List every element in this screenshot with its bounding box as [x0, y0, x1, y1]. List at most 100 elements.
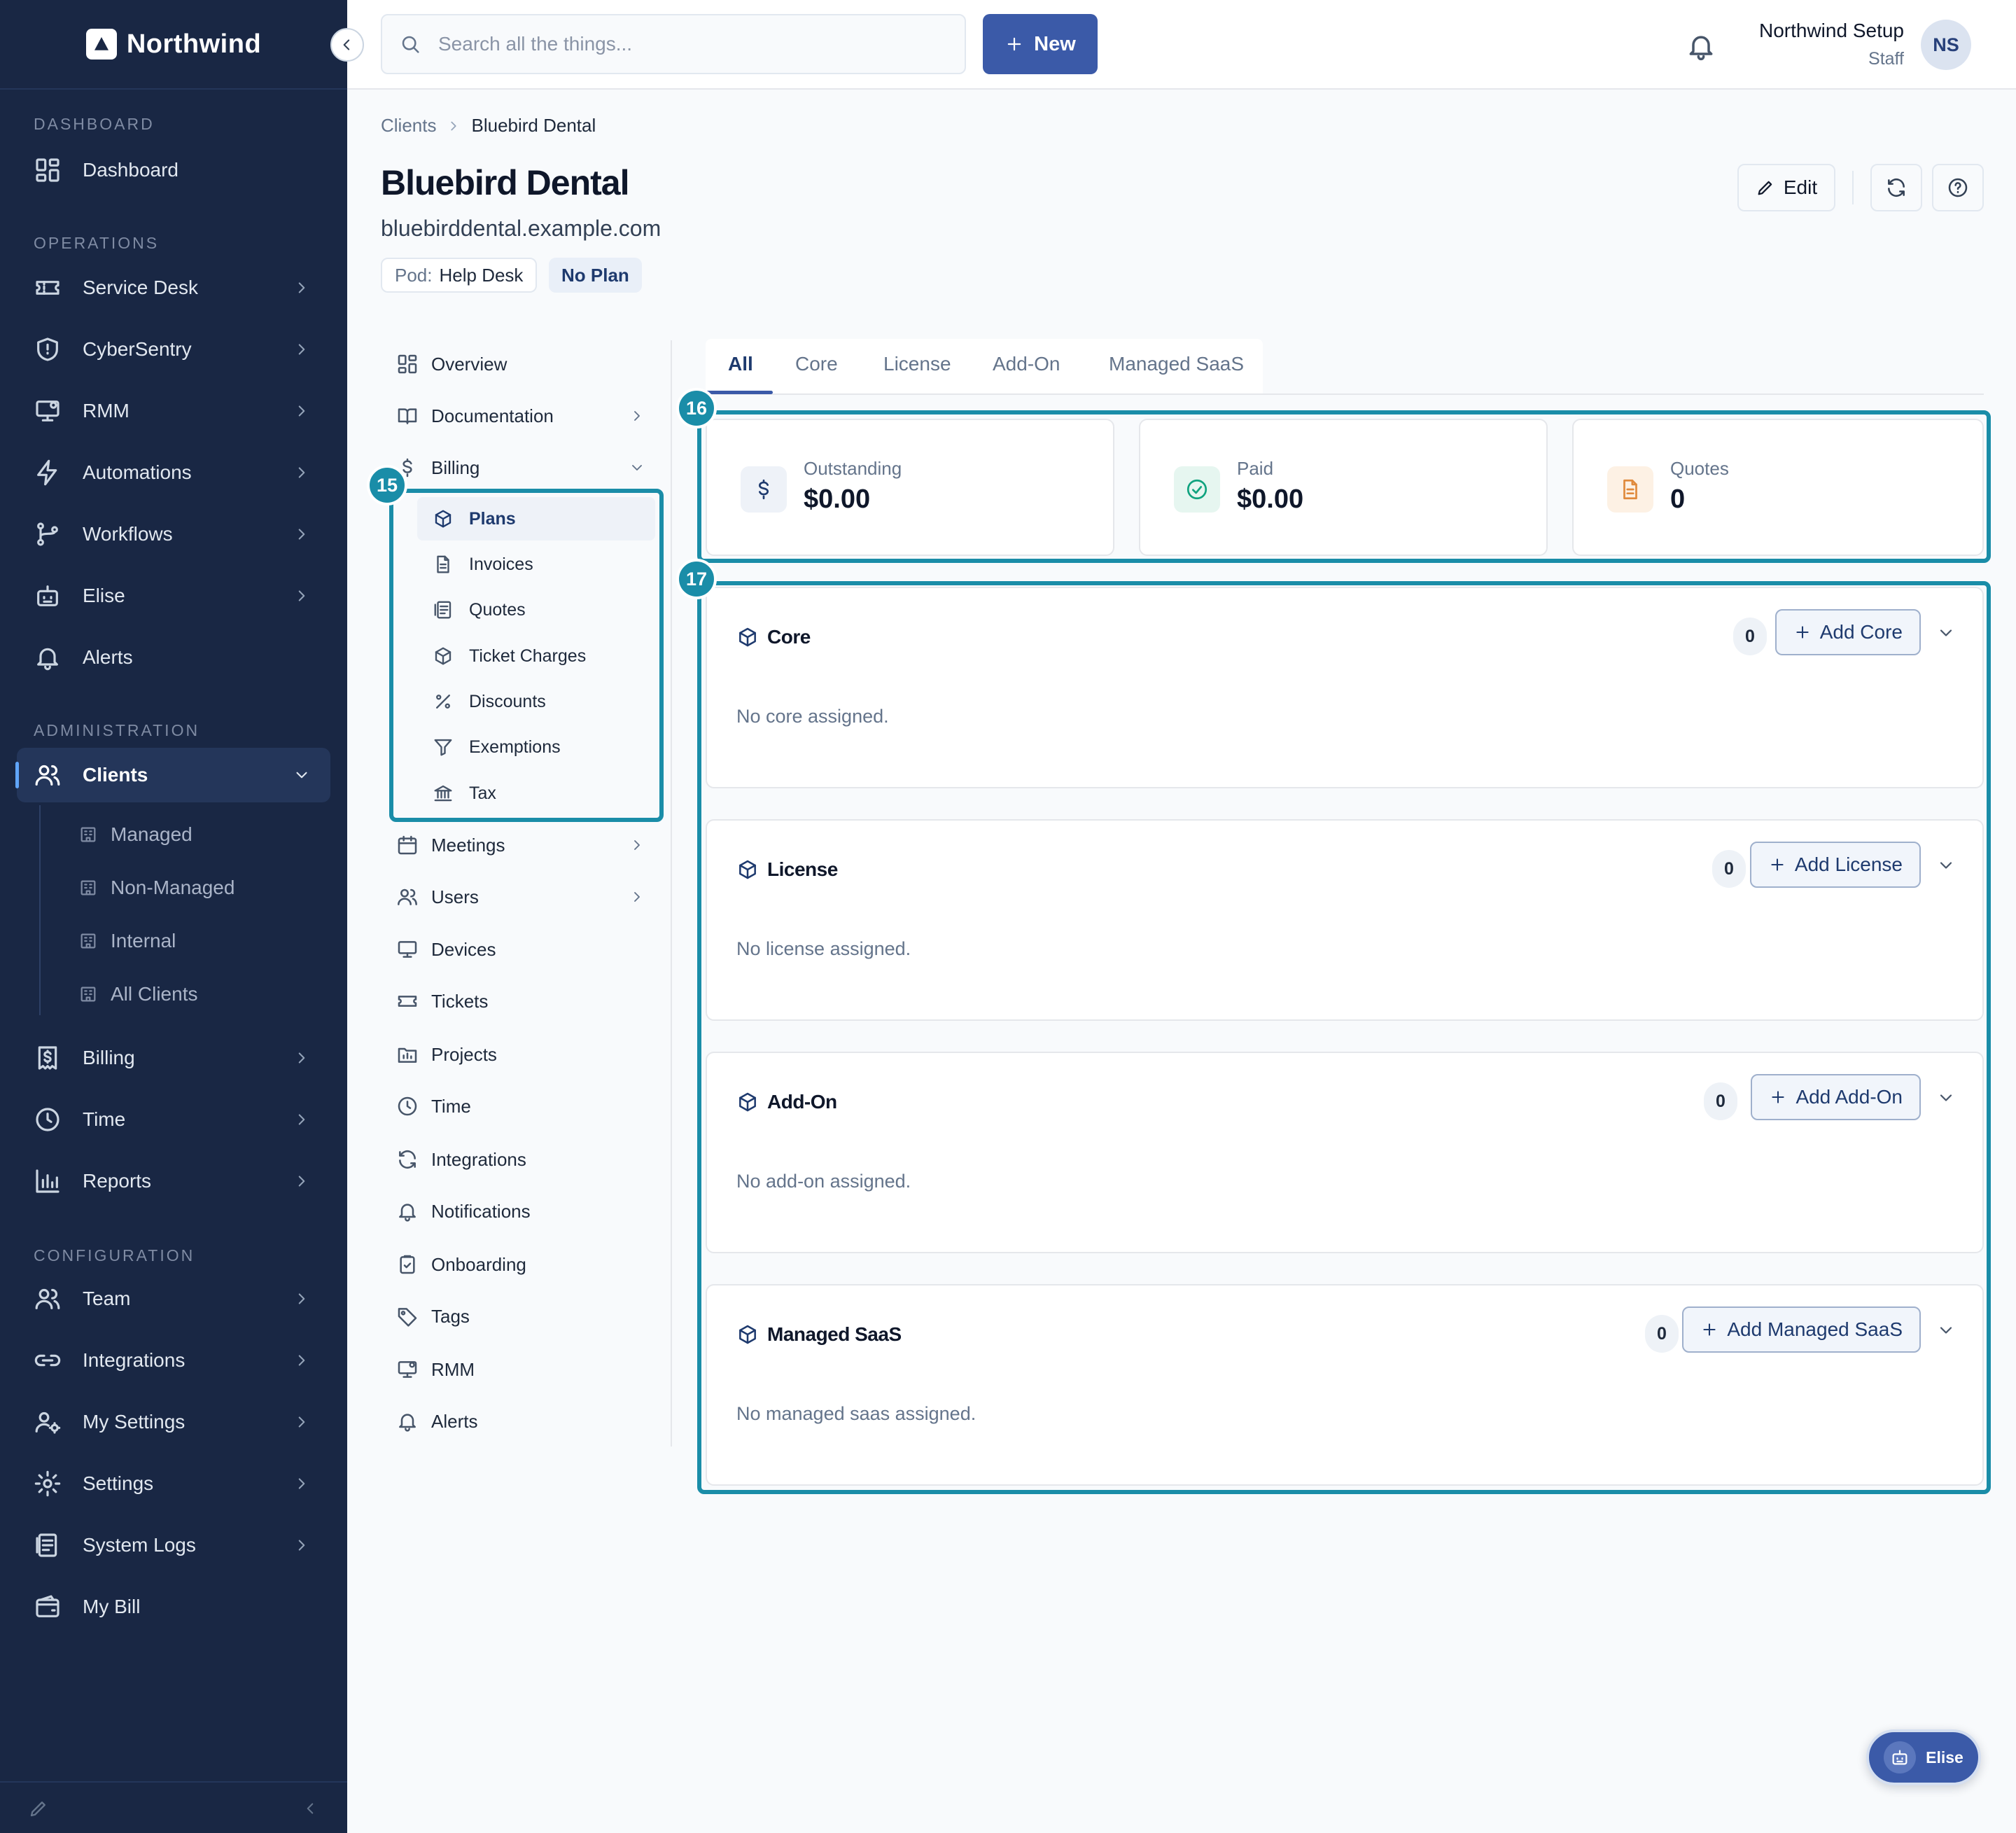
user-name: Northwind Setup: [1758, 20, 1904, 41]
sidebar-item-label: CyberSentry: [83, 338, 192, 360]
client-nav-label: RMM: [431, 1358, 475, 1380]
client-nav-rmm[interactable]: RMM: [396, 1347, 475, 1392]
page-title: Bluebird Dental: [381, 163, 629, 202]
sidebar-subitem-label: Non-Managed: [111, 877, 235, 898]
plan-badge: No Plan: [549, 258, 642, 293]
help-circle-icon: [1948, 178, 1968, 197]
sidebar-item-cybersentry[interactable]: CyberSentry: [17, 322, 330, 377]
pod-badge-value: Help Desk: [439, 264, 524, 286]
search-icon: [399, 33, 421, 55]
sidebar-item-system-logs[interactable]: System Logs: [17, 1518, 330, 1573]
breadcrumb: Clients Bluebird Dental: [381, 115, 596, 137]
sidebar-subitem-non-managed[interactable]: Non-Managed: [78, 867, 234, 909]
notifications-bell-icon[interactable]: [1686, 31, 1716, 62]
pencil-icon[interactable]: [28, 1798, 49, 1819]
tab-license[interactable]: License: [883, 353, 951, 375]
sidebar-item-label: My Settings: [83, 1411, 186, 1433]
calendar-icon: [396, 834, 419, 856]
client-nav-label: Onboarding: [431, 1253, 526, 1275]
sidebar-item-settings[interactable]: Settings: [17, 1456, 330, 1511]
chevron-right-icon: [293, 1351, 311, 1369]
tag-icon: [396, 1305, 419, 1327]
sidebar-item-dashboard[interactable]: Dashboard: [17, 143, 330, 197]
elise-assistant-button[interactable]: Elise: [1866, 1729, 1981, 1785]
user-gear-icon: [34, 1408, 62, 1436]
client-nav-projects[interactable]: Projects: [396, 1032, 497, 1077]
search-input[interactable]: [438, 33, 956, 55]
section-title-configuration: CONFIGURATION: [34, 1246, 195, 1264]
client-nav-overview[interactable]: Overview: [396, 342, 507, 386]
breadcrumb-root[interactable]: Clients: [381, 115, 436, 137]
sidebar-item-service-desk[interactable]: Service Desk: [17, 260, 330, 315]
invoice-dollar-icon: [34, 1044, 62, 1072]
chevron-right-icon: [293, 402, 311, 420]
sidebar-item-team[interactable]: Team: [17, 1271, 330, 1326]
sidebar-item-integrations[interactable]: Integrations: [17, 1333, 330, 1388]
chevron-right-icon: [293, 1110, 311, 1129]
help-button[interactable]: [1932, 164, 1984, 211]
chevron-down-icon: [293, 766, 311, 784]
sidebar-item-alerts[interactable]: Alerts: [17, 630, 330, 685]
client-nav-users[interactable]: Users: [396, 874, 479, 919]
section-title-dashboard: DASHBOARD: [34, 115, 155, 133]
avatar[interactable]: NS: [1921, 20, 1971, 70]
sidebar-item-rmm[interactable]: RMM: [17, 384, 330, 438]
sidebar-item-label: Reports: [83, 1170, 152, 1192]
sidebar-item-label: Automations: [83, 461, 192, 483]
client-nav-integrations[interactable]: Integrations: [396, 1137, 526, 1182]
chevron-right-icon: [629, 407, 645, 424]
sidebar-item-reports[interactable]: Reports: [17, 1154, 330, 1208]
collapse-left-icon[interactable]: [301, 1799, 319, 1818]
sidebar-item-automations[interactable]: Automations: [17, 445, 330, 500]
sidebar-item-workflows[interactable]: Workflows: [17, 507, 330, 562]
dashboard-grid-icon: [396, 353, 419, 375]
app-name: Northwind: [126, 29, 262, 59]
new-button[interactable]: New: [983, 14, 1098, 74]
client-nav-label: Notifications: [431, 1200, 531, 1222]
client-nav-label: Documentation: [431, 405, 554, 426]
new-button-label: New: [1034, 32, 1076, 55]
client-nav-time[interactable]: Time: [396, 1084, 471, 1129]
search-box[interactable]: [381, 14, 966, 74]
client-nav-documentation[interactable]: Documentation: [396, 393, 554, 438]
sidebar-subitem-internal[interactable]: Internal: [78, 920, 176, 962]
sidebar-subitem-all-clients[interactable]: All Clients: [78, 973, 197, 1015]
client-nav-devices[interactable]: Devices: [396, 927, 496, 972]
client-nav-tickets[interactable]: Tickets: [396, 979, 488, 1024]
sidebar-item-time[interactable]: Time: [17, 1092, 330, 1147]
sidebar-item-billing[interactable]: Billing: [17, 1031, 330, 1085]
client-nav-notifications[interactable]: Notifications: [396, 1189, 531, 1234]
annotation-box-16: [697, 410, 1991, 563]
tab-all[interactable]: All: [728, 353, 753, 375]
brand[interactable]: Northwind: [0, 0, 347, 90]
sidebar-item-clients[interactable]: Clients: [15, 748, 330, 802]
chevron-right-icon: [293, 587, 311, 605]
shield-icon: [34, 335, 62, 363]
client-nav-meetings[interactable]: Meetings: [396, 823, 505, 867]
sidebar-item-elise[interactable]: Elise: [17, 569, 330, 623]
annotation-badge-17: 17: [676, 559, 717, 599]
refresh-button[interactable]: [1870, 164, 1922, 211]
sidebar-subitem-label: Managed: [111, 823, 192, 845]
edit-button[interactable]: Edit: [1737, 164, 1835, 211]
sidebar-subitem-managed[interactable]: Managed: [78, 814, 192, 856]
sidebar-item-label: Elise: [83, 585, 125, 606]
robot-icon: [1884, 1741, 1917, 1773]
sidebar-item-my-settings[interactable]: My Settings: [17, 1395, 330, 1449]
client-nav-alerts[interactable]: Alerts: [396, 1399, 477, 1444]
client-nav-billing[interactable]: Billing: [396, 445, 479, 490]
top-bar: New Northwind Setup Staff NS: [347, 0, 2016, 90]
client-nav-onboarding[interactable]: Onboarding: [396, 1242, 526, 1287]
plus-icon: [1007, 37, 1021, 51]
sidebar-item-my-bill[interactable]: My Bill: [17, 1580, 330, 1634]
client-nav-label: Tags: [431, 1305, 470, 1327]
chevron-right-icon: [293, 525, 311, 543]
tab-managed-saas[interactable]: Managed SaaS: [1109, 353, 1244, 375]
client-nav-tags[interactable]: Tags: [396, 1294, 470, 1339]
client-nav-label: Alerts: [431, 1410, 478, 1432]
tab-core[interactable]: Core: [795, 353, 838, 375]
sidebar-subitem-label: All Clients: [111, 983, 198, 1005]
tab-add-on[interactable]: Add-On: [993, 353, 1060, 375]
client-nav-label: Users: [431, 886, 479, 907]
sidebar-collapse-button[interactable]: [330, 28, 364, 62]
